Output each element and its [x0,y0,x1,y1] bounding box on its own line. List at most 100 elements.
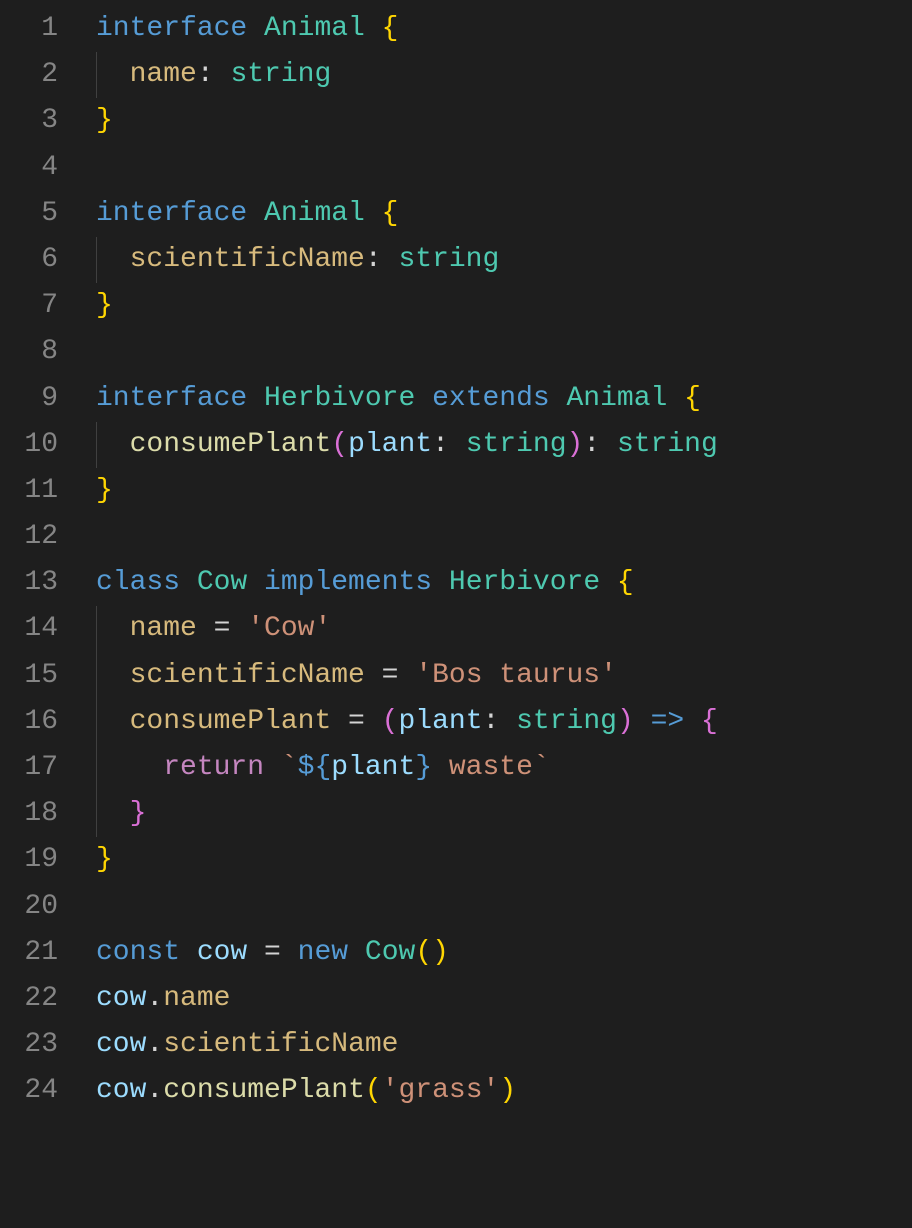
code-token: } [96,844,113,875]
code-line[interactable]: cow.consumePlant('grass') [96,1068,912,1114]
indent-guide [96,52,97,98]
line-number: 13 [0,560,58,606]
code-token: ` [281,752,298,783]
line-number: 12 [0,514,58,560]
code-line[interactable] [96,145,912,191]
code-line[interactable] [96,329,912,375]
code-token: cow [96,1075,146,1106]
code-token: const [96,937,197,968]
code-token: string [516,706,617,737]
line-number: 21 [0,930,58,976]
code-token: cow [96,983,146,1014]
code-line[interactable] [96,514,912,560]
code-token: ( [365,1075,382,1106]
code-line[interactable]: scientificName = 'Bos taurus' [96,653,912,699]
line-number: 4 [0,145,58,191]
code-line[interactable]: name: string [96,52,912,98]
line-number: 19 [0,837,58,883]
code-token: = [365,660,415,691]
code-token: scientificName [163,1029,398,1060]
code-area[interactable]: interface Animal { name: string} interfac… [78,0,912,1228]
code-token: { [617,567,634,598]
code-token: : [197,59,231,90]
code-token: { [701,706,718,737]
code-token: interface [96,383,264,414]
code-token: string [466,429,567,460]
code-token: Herbivore [264,383,432,414]
code-token: Animal [566,383,684,414]
line-number: 9 [0,376,58,422]
code-line[interactable]: consumePlant = (plant: string) => { [96,699,912,745]
code-token: string [230,59,331,90]
line-number: 1 [0,6,58,52]
code-token: string [398,244,499,275]
code-line[interactable]: } [96,837,912,883]
indent-guide [96,791,97,837]
code-token: . [146,1075,163,1106]
code-token: 'Cow' [247,613,331,644]
code-line[interactable]: cow.scientificName [96,1022,912,1068]
code-token: ( [382,706,399,737]
code-token: plant [331,752,415,783]
code-line[interactable] [96,884,912,930]
code-token: = [331,706,381,737]
code-token: ${ [298,752,332,783]
indent-guide [96,237,97,283]
line-number: 14 [0,606,58,652]
line-number: 6 [0,237,58,283]
code-line[interactable]: name = 'Cow' [96,606,912,652]
indent-guide [96,606,97,652]
code-token: Cow [197,567,264,598]
line-number: 17 [0,745,58,791]
code-token: . [146,983,163,1014]
code-token: consumePlant [130,706,332,737]
code-token: return [163,752,281,783]
code-line[interactable]: cow.name [96,976,912,1022]
code-token: 'Bos taurus' [415,660,617,691]
code-token: name [163,983,230,1014]
code-line[interactable]: scientificName: string [96,237,912,283]
code-token: { [684,383,701,414]
code-token: = [197,613,247,644]
code-token: : [583,429,617,460]
code-line[interactable]: const cow = new Cow() [96,930,912,976]
code-line[interactable]: class Cow implements Herbivore { [96,560,912,606]
indent-guide [96,422,97,468]
code-line[interactable]: return `${plant} waste` [96,745,912,791]
code-token: interface [96,198,264,229]
line-number: 11 [0,468,58,514]
line-number: 7 [0,283,58,329]
code-token: } [96,475,113,506]
code-line[interactable]: } [96,468,912,514]
code-token: : [365,244,399,275]
code-token [634,706,651,737]
line-number: 18 [0,791,58,837]
code-editor[interactable]: 123456789101112131415161718192021222324 … [0,0,912,1228]
line-number: 24 [0,1068,58,1114]
code-token: Animal [264,198,382,229]
code-token: : [432,429,466,460]
code-line[interactable]: } [96,791,912,837]
code-line[interactable]: } [96,98,912,144]
code-token: extends [432,383,566,414]
code-line[interactable]: interface Animal { [96,6,912,52]
code-token: Animal [264,13,382,44]
code-token: interface [96,13,264,44]
code-token: } [130,798,147,829]
code-token: implements [264,567,449,598]
code-line[interactable]: interface Animal { [96,191,912,237]
code-token: ) [567,429,584,460]
code-token: new [298,937,365,968]
code-token: Herbivore [449,567,617,598]
code-token: ) [499,1075,516,1106]
code-token: => [651,706,685,737]
line-number: 16 [0,699,58,745]
code-token: } [96,105,113,136]
code-token: consumePlant [130,429,332,460]
code-line[interactable]: } [96,283,912,329]
code-token [684,706,701,737]
code-line[interactable]: consumePlant(plant: string): string [96,422,912,468]
code-token: . [146,1029,163,1060]
code-line[interactable]: interface Herbivore extends Animal { [96,376,912,422]
indent-guide [96,653,97,699]
